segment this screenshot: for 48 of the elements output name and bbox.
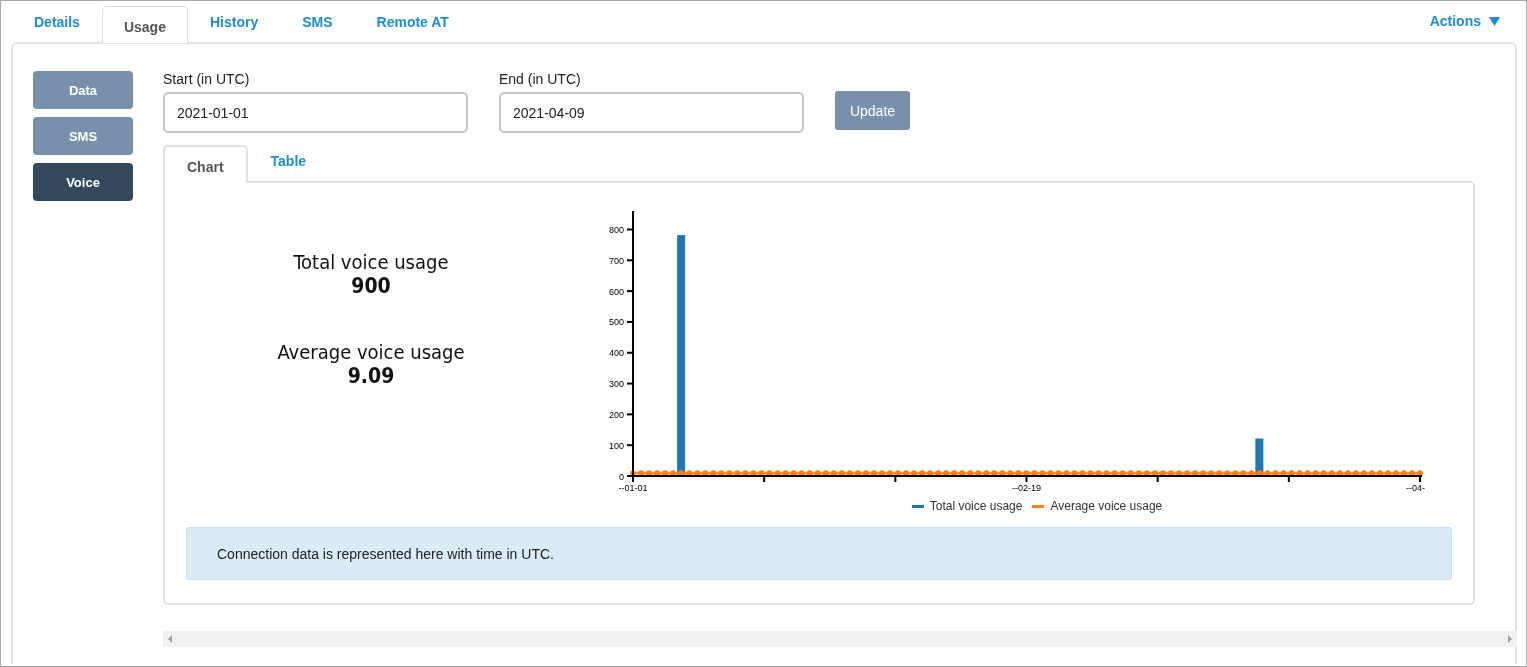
sidebar-button[interactable]: SMS [33,117,133,155]
legend-label: Average voice usage [1050,499,1163,513]
tab[interactable]: Usage [101,6,188,43]
x-tick-label: --02-19 [1012,483,1041,493]
y-tick-label: 400 [608,348,624,359]
sidebar-button[interactable]: Data [33,71,133,109]
field-label: Start (in UTC) [163,71,251,87]
scroll-right-icon[interactable] [1508,635,1512,643]
y-tick-label: 500 [608,317,624,328]
bar [1255,438,1264,477]
legend-swatch-icon [1032,504,1045,508]
data-point [1417,470,1423,477]
data-point [895,470,901,477]
y-tick-label: 0 [619,471,624,482]
view-tab[interactable]: Chart [163,145,248,183]
view-tab[interactable]: Table [247,145,330,175]
legend-swatch-icon [911,504,924,508]
stat-value: 9.09 [347,364,395,388]
data-point [887,470,893,477]
date-field[interactable]: 2021-01-01 [163,92,468,133]
tab[interactable]: Remote AT [354,6,471,36]
actions-menu[interactable]: Actions [1429,6,1500,36]
legend-label: Total voice usage [929,499,1023,513]
y-tick-label: 200 [608,409,624,420]
y-tick-label: 600 [608,286,624,297]
caret-icon [1489,16,1500,26]
horizontal-scrollbar[interactable] [163,631,1517,647]
field-label: End (in UTC) [499,71,582,87]
y-tick-label: 800 [608,225,624,235]
stat-label: Average voice usage [277,340,465,364]
y-tick-label: 100 [608,440,624,451]
update-button[interactable]: Update [835,91,910,130]
tab[interactable]: History [187,6,281,36]
data-point [1160,470,1166,477]
x-tick-label: --04- [1406,483,1425,493]
info-message: Connection data is represented here with time in UTC. [186,527,1452,580]
y-tick-label: 300 [608,379,624,390]
stat-value: 900 [351,274,391,298]
sidebar-button[interactable]: Voice [33,163,133,201]
x-tick-label: --01-01 [618,483,648,493]
tab[interactable]: Details [12,6,102,36]
data-point [630,470,636,477]
stat-label: Total voice usage [293,250,449,274]
scroll-left-icon[interactable] [168,635,172,643]
tab[interactable]: SMS [280,6,355,36]
data-point [1152,470,1158,477]
date-field[interactable]: 2021-04-09 [499,92,804,133]
y-tick-label: 700 [608,255,624,266]
